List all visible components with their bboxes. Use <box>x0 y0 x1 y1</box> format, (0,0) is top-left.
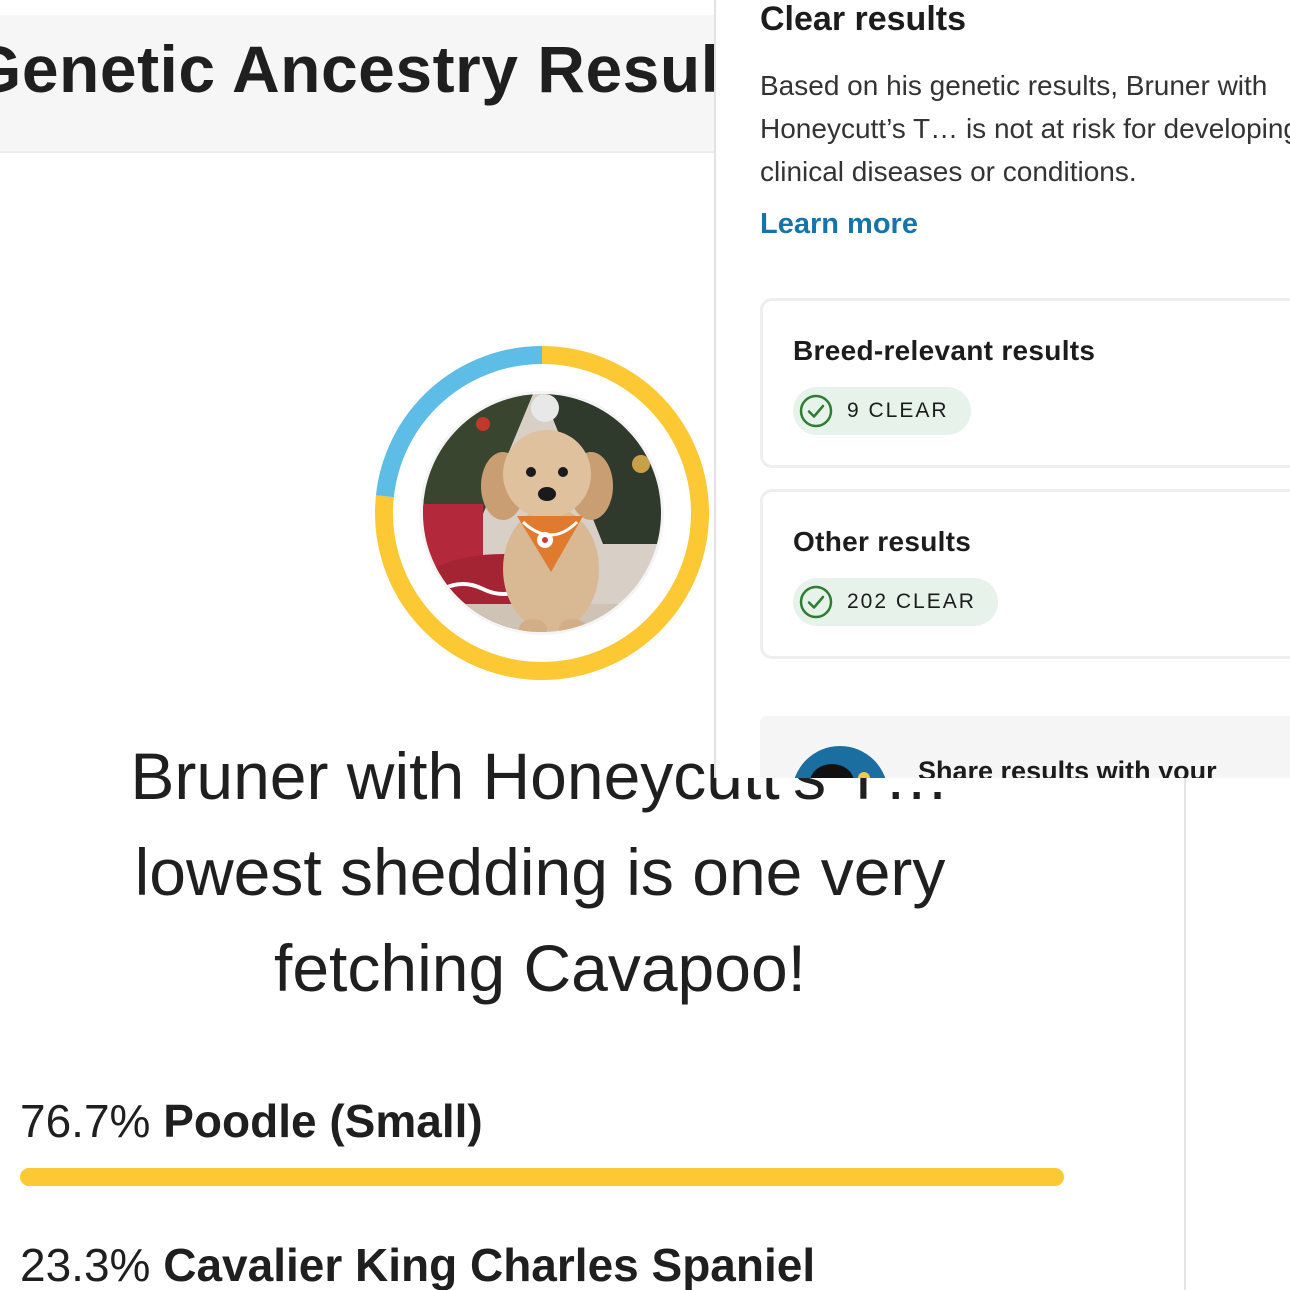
headline-line-2: lowest shedding is one very <box>134 835 946 909</box>
check-circle-icon <box>799 585 833 619</box>
badge-label: 202 CLEAR <box>847 590 976 613</box>
dog-avatar-photo <box>420 391 664 635</box>
other-results-card[interactable]: Other results 202 CLEAR <box>760 489 1290 659</box>
description-line: Honeycutt’s T… is not at risk for develo… <box>760 113 1290 144</box>
check-circle-icon <box>799 394 833 428</box>
dog-illustration <box>423 394 661 632</box>
clear-count-badge: 9 CLEAR <box>793 387 971 435</box>
breed-percentage-bar <box>20 1168 1064 1186</box>
headline-line-3: fetching Cavapoo! <box>273 931 807 1005</box>
breed-name: Poodle (Small) <box>163 1095 483 1147</box>
page-header: Genetic Ancestry Results <box>0 15 760 153</box>
clear-count-badge: 202 CLEAR <box>793 578 998 626</box>
page-title: Genetic Ancestry Results <box>0 32 760 106</box>
learn-more-link[interactable]: Learn more <box>760 208 918 241</box>
breed-percent: 23.3% <box>20 1239 151 1290</box>
description-line: Based on his genetic results, Bruner wit… <box>760 70 1268 101</box>
vet-avatar-icon <box>794 746 886 778</box>
share-with-vet-card[interactable]: Share results with your <box>760 716 1290 778</box>
description-line: clinical diseases or conditions. <box>760 156 1137 187</box>
card-title: Other results <box>793 526 972 557</box>
breed-relevant-results-card[interactable]: Breed-relevant results 9 CLEAR <box>760 298 1290 468</box>
breed-ring-chart <box>374 345 710 681</box>
clear-results-heading: Clear results <box>760 0 966 38</box>
breed-row-cavalier: 23.3% Cavalier King Charles Spaniel <box>20 1238 815 1290</box>
breed-name: Cavalier King Charles Spaniel <box>163 1239 816 1290</box>
card-title: Breed-relevant results <box>793 335 1096 366</box>
clear-results-description: Based on his genetic results, Bruner wit… <box>760 64 1290 193</box>
badge-label: 9 CLEAR <box>847 399 949 422</box>
breed-row-poodle: 76.7% Poodle (Small) <box>20 1094 483 1148</box>
share-results-label: Share results with your <box>918 756 1217 778</box>
clear-results-panel: Clear results Based on his genetic resul… <box>714 0 1290 778</box>
breed-percent: 76.7% <box>20 1095 151 1147</box>
